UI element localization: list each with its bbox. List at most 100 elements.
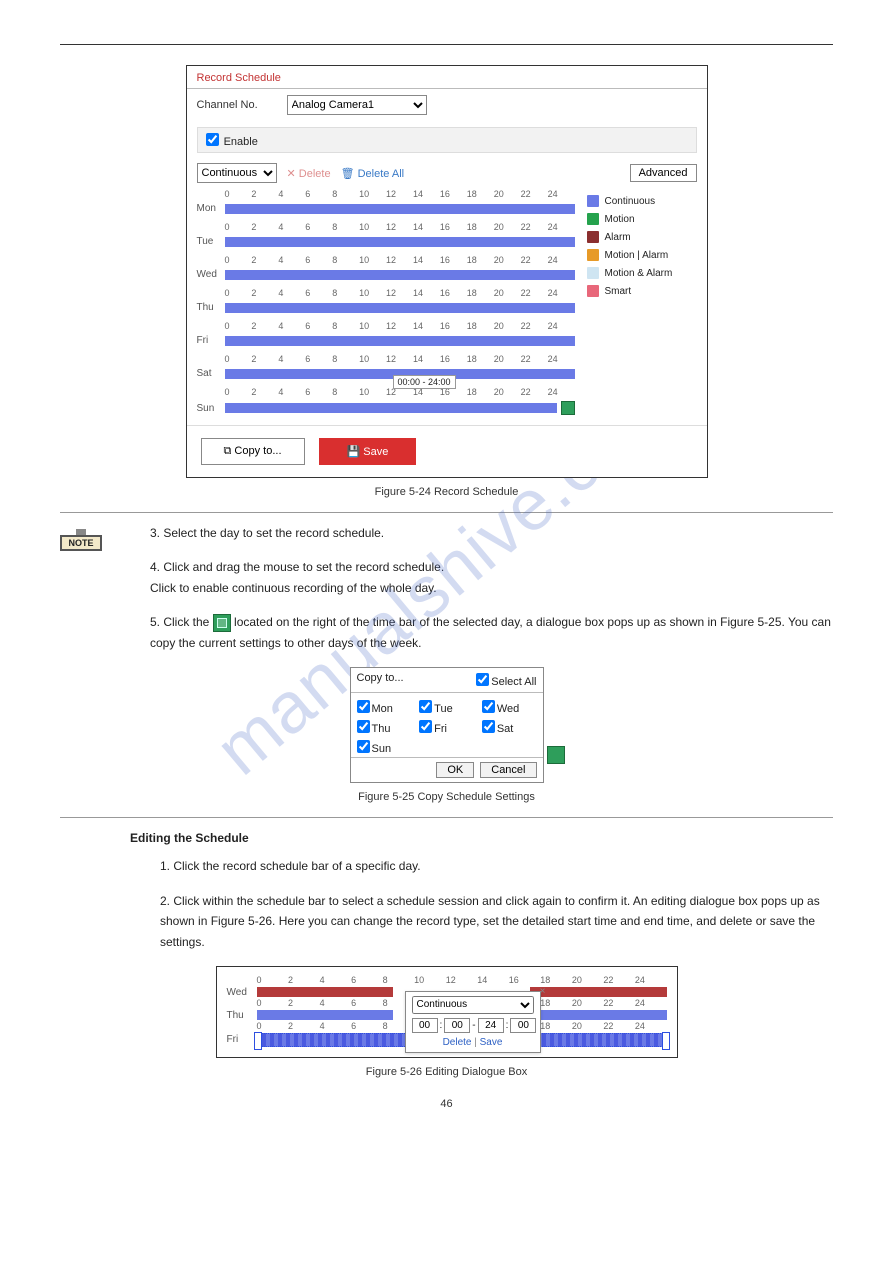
edit-step-1: 1. Click the record schedule bar of a sp… bbox=[160, 856, 833, 876]
copy-icon: ⧉ bbox=[224, 445, 235, 457]
schedule-bar[interactable] bbox=[225, 403, 557, 413]
delete-all-button[interactable]: 🗑 Delete All bbox=[341, 167, 405, 180]
schedule-grid[interactable]: 024681012141618202224 Mon024681012141618… bbox=[197, 189, 575, 415]
select-all-checkbox[interactable]: Select All bbox=[476, 672, 536, 688]
enable-checkbox[interactable] bbox=[206, 133, 219, 146]
day-label: Sat bbox=[197, 368, 225, 379]
copy-day-icon bbox=[547, 746, 565, 764]
day-label: Sun bbox=[197, 403, 225, 414]
copy-day-checkbox[interactable]: Tue bbox=[419, 699, 474, 715]
copy-to-dialog: Copy to... Select All Mon Tue Wed Thu Fri Sat… bbox=[350, 667, 544, 783]
legend-label: Motion & Alarm bbox=[605, 268, 673, 279]
trash-icon: 🗑 bbox=[341, 168, 355, 180]
day-row: Wed bbox=[197, 269, 575, 280]
record-mode-select[interactable]: Continuous bbox=[197, 163, 277, 183]
hour-axis: 024681012141618202224 bbox=[225, 189, 575, 199]
copy-dialog-title: Copy to... bbox=[357, 672, 404, 688]
save-icon: 💾 bbox=[347, 446, 364, 458]
figure-caption-26: Figure 5-26 Editing Dialogue Box bbox=[60, 1066, 833, 1078]
advanced-button[interactable]: Advanced bbox=[630, 164, 697, 182]
day-row: Sat bbox=[197, 368, 575, 379]
day-label: Wed bbox=[197, 269, 225, 280]
popover-mode-select[interactable]: Continuous bbox=[412, 996, 534, 1014]
copy-day-checkbox[interactable]: Mon bbox=[357, 699, 412, 715]
channel-no-select[interactable]: Analog Camera1 bbox=[287, 95, 427, 115]
copy-day-icon[interactable] bbox=[561, 401, 575, 415]
time-tooltip: 00:00 - 24:00 bbox=[393, 375, 456, 389]
legend-swatch bbox=[587, 231, 599, 243]
hour-axis: 024681012141618202224 bbox=[257, 975, 667, 985]
copy-to-button[interactable]: ⧉ Copy to... bbox=[201, 438, 305, 465]
delete-button[interactable]: ✕ Delete bbox=[287, 167, 331, 180]
day-row: Tue bbox=[197, 236, 575, 247]
schedule-bar[interactable] bbox=[225, 237, 575, 247]
step-4: 4. Click and drag the mouse to set the r… bbox=[150, 557, 833, 598]
legend-label: Motion | Alarm bbox=[605, 250, 669, 261]
time-to-hour[interactable] bbox=[478, 1018, 504, 1033]
copy-day-icon bbox=[213, 614, 231, 632]
step-3: 3. Select the day to set the record sche… bbox=[150, 523, 833, 543]
legend-swatch bbox=[587, 213, 599, 225]
schedule-bar[interactable] bbox=[225, 303, 575, 313]
legend-label: Motion bbox=[605, 214, 635, 225]
step-5: 5. Click the located on the right of the… bbox=[150, 612, 833, 653]
panel-title: Record Schedule bbox=[187, 66, 707, 89]
day-label: Fri bbox=[227, 1034, 257, 1045]
channel-no-label: Channel No. bbox=[197, 99, 287, 111]
legend-swatch bbox=[587, 285, 599, 297]
enable-checkbox-label[interactable]: Enable bbox=[206, 136, 258, 148]
copy-day-checkbox[interactable]: Fri bbox=[419, 719, 474, 735]
day-row: Sun bbox=[197, 401, 575, 415]
day-label: Mon bbox=[197, 203, 225, 214]
copy-days-grid: Mon Tue Wed Thu Fri Sat Sun bbox=[351, 693, 543, 757]
day-label: Tue bbox=[197, 236, 225, 247]
time-from-hour[interactable] bbox=[412, 1018, 438, 1033]
enable-bar: Enable bbox=[197, 127, 697, 153]
legend-label: Alarm bbox=[605, 232, 631, 243]
popover-save-link[interactable]: Save bbox=[480, 1037, 503, 1048]
time-from-min[interactable] bbox=[444, 1018, 470, 1033]
page-number: 46 bbox=[60, 1098, 833, 1110]
legend-swatch bbox=[587, 249, 599, 261]
copy-day-checkbox[interactable]: Thu bbox=[357, 719, 412, 735]
schedule-bar[interactable] bbox=[225, 270, 575, 280]
schedule-bar[interactable] bbox=[225, 204, 575, 214]
day-row: Thu bbox=[197, 302, 575, 313]
edit-dialog-figure: 024681012141618202224 Wed 02468101214161… bbox=[216, 966, 678, 1058]
day-label: Fri bbox=[197, 335, 225, 346]
legend-item: Motion | Alarm bbox=[587, 249, 697, 261]
legend-item: Continuous bbox=[587, 195, 697, 207]
copy-day-checkbox[interactable]: Sat bbox=[482, 719, 537, 735]
day-label: Thu bbox=[227, 1010, 257, 1021]
figure-caption-24: Figure 5-24 Record Schedule bbox=[60, 486, 833, 498]
divider bbox=[60, 817, 833, 818]
legend-swatch bbox=[587, 195, 599, 207]
copy-cancel-button[interactable]: Cancel bbox=[480, 762, 536, 778]
close-icon[interactable]: × bbox=[540, 986, 546, 997]
legend-item: Motion bbox=[587, 213, 697, 225]
day-row: Fri bbox=[197, 335, 575, 346]
editing-schedule-heading: Editing the Schedule bbox=[130, 828, 833, 848]
copy-day-checkbox[interactable]: Sun bbox=[357, 739, 412, 755]
divider bbox=[60, 512, 833, 513]
figure-caption-25: Figure 5-25 Copy Schedule Settings bbox=[60, 791, 833, 803]
edit-popover: × Continuous : - : Delete | Save bbox=[405, 991, 541, 1053]
copy-day-checkbox[interactable]: Wed bbox=[482, 699, 537, 715]
legend-label: Smart bbox=[605, 286, 632, 297]
time-to-min[interactable] bbox=[510, 1018, 536, 1033]
popover-delete-link[interactable]: Delete bbox=[443, 1037, 472, 1048]
legend: Continuous Motion Alarm Motion | Alarm Motio… bbox=[575, 189, 697, 415]
day-row: Mon bbox=[197, 203, 575, 214]
day-label: Wed bbox=[227, 987, 257, 998]
save-button[interactable]: 💾 Save bbox=[319, 438, 417, 465]
copy-ok-button[interactable]: OK bbox=[436, 762, 474, 778]
record-schedule-panel: Record Schedule Channel No. Analog Camer… bbox=[186, 65, 708, 478]
header-rule bbox=[60, 44, 833, 45]
schedule-bar[interactable] bbox=[225, 336, 575, 346]
legend-swatch bbox=[587, 267, 599, 279]
legend-label: Continuous bbox=[605, 196, 656, 207]
edit-step-2: 2. Click within the schedule bar to sele… bbox=[160, 891, 833, 952]
legend-item: Smart bbox=[587, 285, 697, 297]
legend-item: Alarm bbox=[587, 231, 697, 243]
legend-item: Motion & Alarm bbox=[587, 267, 697, 279]
